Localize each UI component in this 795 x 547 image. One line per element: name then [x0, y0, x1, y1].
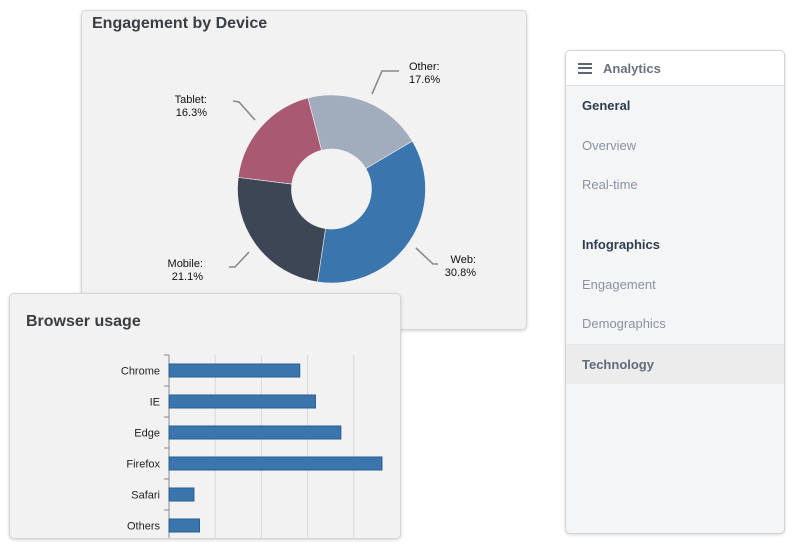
category-label-safari: Safari [131, 490, 160, 502]
donut-value-label-web: 30.8% [445, 267, 476, 279]
category-label-ie: IE [150, 397, 160, 409]
sidebar-item-demographics[interactable]: Demographics [566, 304, 784, 344]
donut-chart: Other:17.6% Web:30.8% Mobile:21.1% Tablet:1… [168, 61, 476, 284]
sidebar-header: Analytics [566, 51, 784, 86]
category-label-edge: Edge [134, 428, 160, 440]
bar-others [168, 518, 200, 533]
bar-firefox [168, 456, 383, 471]
donut-connector-mobile [229, 251, 250, 268]
bar-chrome [168, 363, 301, 378]
sidebar-group-general: General [582, 98, 631, 114]
sidebar-title: Analytics [603, 60, 661, 76]
sidebar-item-real-time[interactable]: Real-time [566, 165, 784, 205]
donut-connector-other [371, 70, 399, 95]
donut-value-label-other: 17.6% [409, 74, 440, 86]
hamburger-menu-icon[interactable] [578, 62, 592, 74]
donut-slice-mobile [237, 177, 326, 283]
sidebar-item-overview[interactable]: Overview [566, 126, 784, 166]
donut-connector-tablet [232, 100, 256, 121]
donut-label-other: Other: [409, 61, 440, 73]
donut-slice-tablet [237, 97, 322, 185]
sidebar-item-technology[interactable]: Technology [566, 343, 784, 385]
sidebar-item-engagement[interactable]: Engagement [566, 264, 784, 304]
category-label-others: Others [127, 521, 161, 533]
bar-safari [168, 487, 195, 502]
donut-label-web: Web: [451, 254, 476, 266]
analytics-sidebar: Analytics General Overview Real-time Inf… [565, 50, 785, 534]
bar-edge [168, 425, 342, 440]
donut-label-tablet: Tablet: [175, 94, 207, 106]
category-label-chrome: Chrome [121, 366, 160, 378]
category-label-firefox: Firefox [126, 459, 160, 471]
donut-connector-web [415, 247, 438, 265]
engagement-by-device-card: Engagement by Device Other: 17.6% Web: 30.8… [81, 10, 527, 330]
donut-label-mobile: Mobile: [168, 258, 203, 270]
sidebar-group-infographics: Infographics [582, 237, 661, 253]
donut-value-label-tablet: 16.3% [176, 107, 207, 119]
bar-chart: Chrome IE Edge Firefox Safari Others [121, 354, 383, 538]
bar-ie [168, 394, 316, 409]
browser-usage-card: Browser usage Chrome IE Edge Firefox Safari O… [9, 293, 401, 539]
donut-value-label-mobile: 21.1% [172, 271, 203, 283]
